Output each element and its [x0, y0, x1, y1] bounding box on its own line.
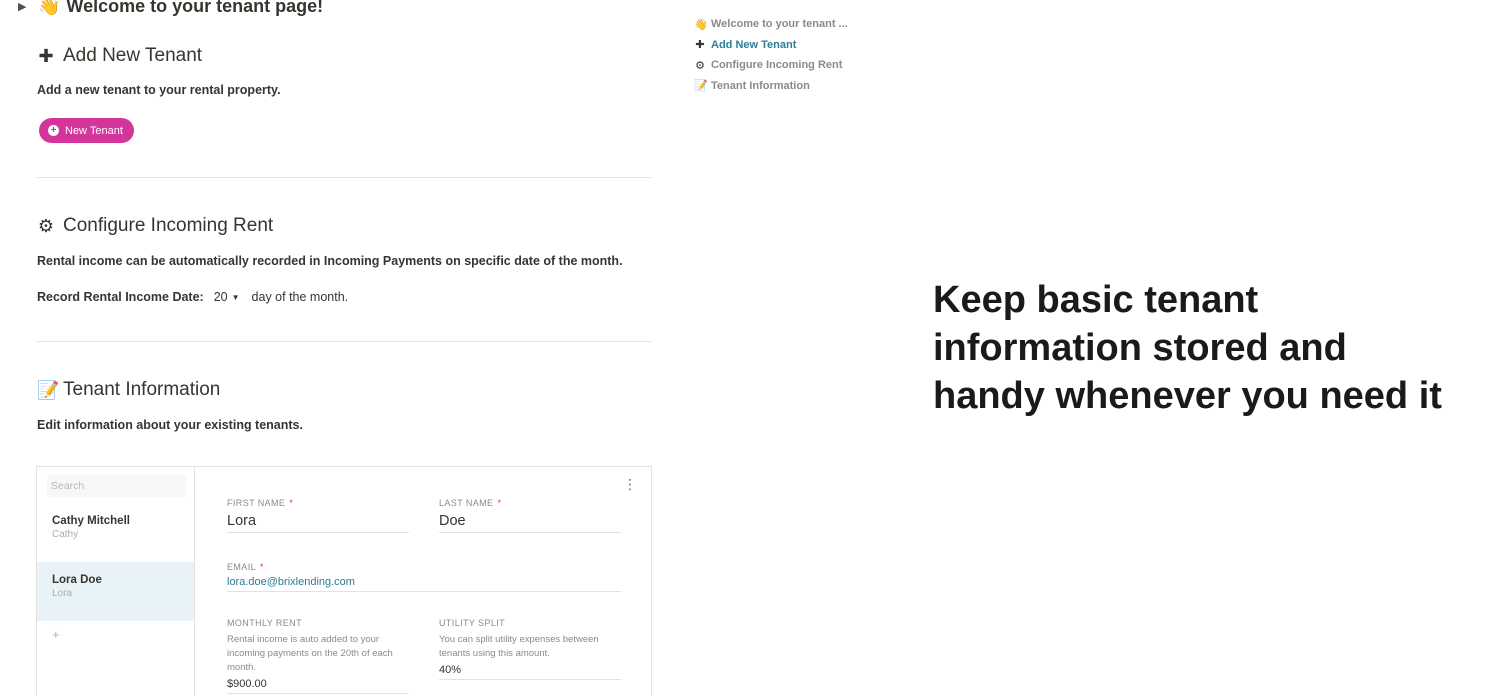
monthly-rent-label: MONTHLY RENT: [227, 618, 302, 628]
add-tenant-heading: ✚ Add New Tenant: [37, 45, 202, 67]
required-marker: *: [289, 498, 294, 508]
toc-item-label: Welcome to your tenant ...: [711, 18, 848, 31]
waving-hand-icon: 👋: [38, 0, 61, 17]
email-label: EMAIL: [227, 562, 257, 572]
configure-rent-title: Configure Incoming Rent: [63, 215, 274, 236]
toc-item-add-new-tenant[interactable]: ✚ Add New Tenant: [694, 35, 848, 56]
email-value[interactable]: lora.doe@brixlending.com: [227, 572, 621, 592]
rent-date-suffix: day of the month.: [251, 290, 349, 304]
add-tenant-plus-icon[interactable]: +: [52, 627, 60, 642]
memo-icon: 📝: [694, 79, 708, 93]
monthly-rent-value[interactable]: $900.00: [227, 675, 409, 694]
headline-line: information stored and: [933, 327, 1347, 369]
last-name-field[interactable]: LAST NAME * Doe: [439, 498, 621, 533]
plus-icon: ✚: [38, 45, 54, 67]
welcome-toggle[interactable]: ▶ 👋 Welcome to your tenant page!: [18, 0, 323, 17]
tenant-list: Search Cathy Mitchell Cathy Lora Doe Lor…: [37, 467, 195, 696]
more-options-icon[interactable]: ⋮: [623, 477, 637, 491]
toc-item-label: Tenant Information: [711, 79, 810, 92]
plus-icon: ✚: [695, 38, 705, 52]
required-marker: *: [497, 498, 502, 508]
toc-item-welcome[interactable]: 👋 Welcome to your tenant ...: [694, 14, 848, 35]
required-marker: *: [260, 562, 264, 572]
tenant-name: Lora Doe: [52, 574, 102, 586]
tenant-search-input[interactable]: Search: [47, 475, 186, 497]
email-field[interactable]: EMAIL * lora.doe@brixlending.com: [227, 562, 621, 592]
utility-split-field[interactable]: UTILITY SPLIT You can split utility expe…: [439, 618, 621, 680]
monthly-rent-field[interactable]: MONTHLY RENT Rental income is auto added…: [227, 618, 409, 694]
utility-split-value[interactable]: 40%: [439, 661, 621, 680]
first-name-field[interactable]: FIRST NAME * Lora: [227, 498, 409, 533]
gear-icon: ⚙: [695, 58, 705, 72]
tenant-info-title: Tenant Information: [63, 379, 221, 400]
tenant-panel: Search Cathy Mitchell Cathy Lora Doe Lor…: [36, 466, 652, 696]
monthly-rent-help: Rental income is auto added to your inco…: [227, 634, 393, 673]
feature-headline: Keep basic tenant information stored and…: [933, 276, 1473, 420]
toc-item-label: Add New Tenant: [711, 38, 797, 51]
toc-item-configure-rent[interactable]: ⚙ Configure Incoming Rent: [694, 55, 848, 76]
rent-day-value: 20: [213, 290, 228, 304]
add-tenant-title: Add New Tenant: [63, 45, 203, 66]
tenant-info-heading: 📝 Tenant Information: [37, 379, 220, 401]
rent-date-label: Record Rental Income Date:: [37, 290, 204, 304]
toc-item-tenant-information[interactable]: 📝 Tenant Information: [694, 76, 848, 97]
tenant-name: Cathy Mitchell: [52, 515, 130, 527]
tenant-info-description: Edit information about your existing ten…: [37, 418, 303, 432]
utility-split-help: You can split utility expenses between t…: [439, 634, 599, 659]
welcome-title-text: Welcome to your tenant page!: [66, 0, 324, 16]
last-name-label: LAST NAME: [439, 498, 494, 508]
toggle-arrow-icon[interactable]: ▶: [18, 0, 28, 13]
new-tenant-button-label: New Tenant: [65, 124, 123, 137]
tenant-detail-form: ⋮ FIRST NAME * Lora LAST NAME * Doe EMAIL *…: [195, 467, 651, 696]
utility-split-label: UTILITY SPLIT: [439, 618, 506, 628]
headline-line: Keep basic tenant: [933, 279, 1259, 321]
section-divider: [36, 177, 652, 178]
gear-icon: ⚙: [37, 215, 55, 237]
add-tenant-description: Add a new tenant to your rental property…: [37, 83, 281, 97]
new-tenant-button[interactable]: + New Tenant: [39, 118, 134, 143]
plus-circle-icon: +: [48, 125, 59, 136]
configure-rent-description: Rental income can be automatically recor…: [37, 254, 623, 268]
table-of-contents: 👋 Welcome to your tenant ... ✚ Add New T…: [694, 14, 848, 96]
welcome-title: 👋 Welcome to your tenant page!: [38, 0, 323, 17]
tenant-nickname: Cathy: [52, 529, 79, 540]
rent-date-row: Record Rental Income Date: 20 ▼ day of t…: [37, 289, 348, 305]
tenant-nickname: Lora: [52, 588, 73, 599]
section-divider: [36, 341, 652, 342]
caret-down-icon: ▼: [231, 292, 240, 302]
first-name-value[interactable]: Lora: [227, 508, 409, 533]
toc-item-label: Configure Incoming Rent: [711, 59, 843, 72]
rent-day-select[interactable]: 20 ▼: [212, 289, 246, 305]
first-name-label: FIRST NAME: [227, 498, 286, 508]
configure-rent-heading: ⚙ Configure Incoming Rent: [37, 215, 273, 237]
waving-hand-icon: 👋: [694, 17, 708, 31]
tenant-list-item[interactable]: Cathy Mitchell Cathy: [37, 503, 194, 562]
last-name-value[interactable]: Doe: [439, 508, 621, 533]
memo-icon: 📝: [37, 379, 60, 401]
headline-line: handy whenever you need it: [933, 375, 1442, 417]
tenant-list-item[interactable]: Lora Doe Lora: [37, 562, 194, 621]
